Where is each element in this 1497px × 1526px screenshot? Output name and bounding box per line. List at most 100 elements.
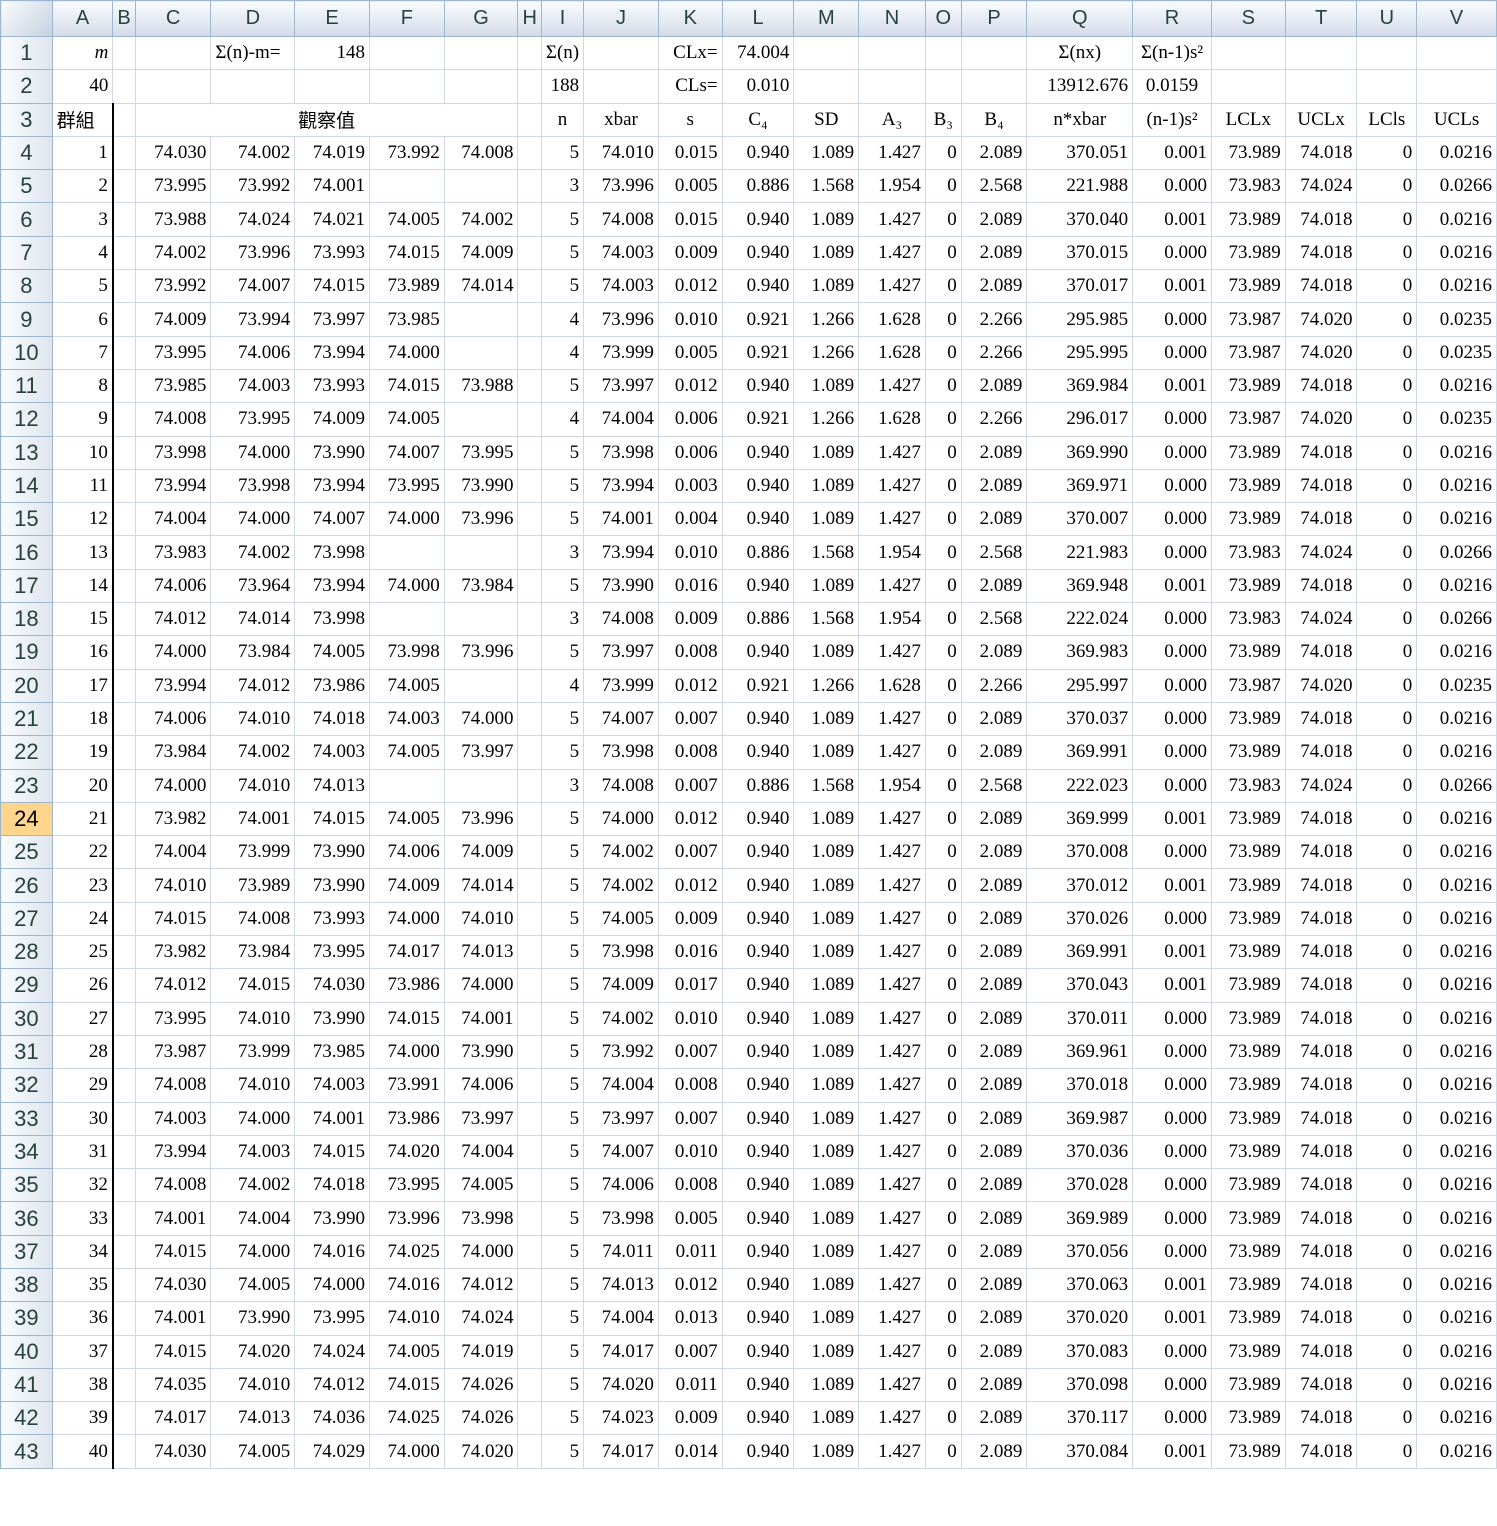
cell-F17[interactable]: 74.000: [368, 568, 445, 604]
cell-L23[interactable]: 0.886: [721, 768, 795, 803]
cell-D38[interactable]: 74.005: [210, 1267, 296, 1303]
cell-V29[interactable]: 0.0216: [1416, 968, 1497, 1003]
cell-S31[interactable]: 73.989: [1210, 1034, 1286, 1070]
cell-O10[interactable]: 0: [924, 335, 962, 370]
cell-J39[interactable]: 74.004: [583, 1301, 659, 1336]
cell-D42[interactable]: 74.013: [210, 1401, 296, 1436]
cell-H42[interactable]: [517, 1401, 542, 1436]
cell-R16[interactable]: 0.000: [1132, 535, 1212, 570]
cell-F10[interactable]: 74.000: [368, 335, 445, 370]
cell-V2[interactable]: [1416, 69, 1497, 104]
cell-S33[interactable]: 73.989: [1210, 1101, 1286, 1136]
row-header[interactable]: 17: [0, 568, 53, 604]
cell-L27[interactable]: 0.940: [721, 901, 795, 937]
cell-C8[interactable]: 73.992: [134, 269, 212, 304]
cell-G28[interactable]: 74.013: [443, 935, 519, 970]
cell-V7[interactable]: 0.0216: [1416, 235, 1497, 271]
cell-O37[interactable]: 0: [924, 1234, 962, 1269]
cell-A7[interactable]: 4: [51, 235, 114, 271]
cell-L37[interactable]: 0.940: [721, 1234, 795, 1269]
cell-P34[interactable]: 2.089: [960, 1134, 1028, 1170]
cell-E8[interactable]: 74.015: [294, 269, 370, 304]
cell-K39[interactable]: 0.013: [657, 1301, 723, 1336]
cell-R5[interactable]: 0.000: [1132, 169, 1212, 204]
cell-M30[interactable]: 1.089: [793, 1001, 860, 1036]
cell-D26[interactable]: 73.989: [210, 868, 296, 903]
cell-J18[interactable]: 74.008: [583, 602, 659, 637]
cell-U16[interactable]: 0: [1356, 535, 1418, 570]
cell-F8[interactable]: 73.989: [368, 269, 445, 304]
cell-B25[interactable]: [112, 835, 136, 870]
cell-Q24[interactable]: 369.999: [1026, 801, 1134, 837]
cell-L17[interactable]: 0.940: [721, 568, 795, 604]
cell-M20[interactable]: 1.266: [793, 668, 860, 703]
cell-M35[interactable]: 1.089: [793, 1168, 860, 1203]
cell-R7[interactable]: 0.000: [1132, 235, 1212, 271]
cell-C40[interactable]: 74.015: [134, 1334, 212, 1369]
cell-C2[interactable]: [134, 69, 212, 104]
cell-H21[interactable]: [517, 701, 542, 737]
cell-J30[interactable]: 74.002: [583, 1001, 659, 1036]
row-header[interactable]: 29: [0, 968, 53, 1003]
cell-T14[interactable]: 74.018: [1284, 468, 1358, 504]
cell-G9[interactable]: [443, 302, 519, 337]
cell-H2[interactable]: [517, 69, 542, 104]
cell-K18[interactable]: 0.009: [657, 602, 723, 637]
cell-P25[interactable]: 2.089: [960, 835, 1028, 870]
cell-Q37[interactable]: 370.056: [1026, 1234, 1134, 1269]
cell-D28[interactable]: 73.984: [210, 935, 296, 970]
cell-N2[interactable]: [858, 69, 926, 104]
cell-S25[interactable]: 73.989: [1210, 835, 1286, 870]
cell-U21[interactable]: 0: [1356, 701, 1418, 737]
cell-E14[interactable]: 73.994: [294, 468, 370, 504]
cell-S15[interactable]: 73.989: [1210, 502, 1286, 537]
cell-G11[interactable]: 73.988: [443, 368, 519, 404]
cell-F4[interactable]: 73.992: [368, 135, 445, 171]
cell-D22[interactable]: 74.002: [210, 735, 296, 770]
cell-E13[interactable]: 73.990: [294, 435, 370, 470]
cell-K25[interactable]: 0.007: [657, 835, 723, 870]
cell-H15[interactable]: [517, 502, 542, 537]
cell-V8[interactable]: 0.0216: [1416, 269, 1497, 304]
cell-P28[interactable]: 2.089: [960, 935, 1028, 970]
cell-T26[interactable]: 74.018: [1284, 868, 1358, 903]
cell-O34[interactable]: 0: [924, 1134, 962, 1170]
cell-A29[interactable]: 26: [51, 968, 114, 1003]
cell-C19[interactable]: 74.000: [134, 635, 212, 670]
row-header[interactable]: 42: [0, 1401, 53, 1436]
row-header[interactable]: 1: [0, 35, 53, 71]
cell-J7[interactable]: 74.003: [583, 235, 659, 271]
cell-A18[interactable]: 15: [51, 602, 114, 637]
cell-Q30[interactable]: 370.011: [1026, 1001, 1134, 1036]
cell-R34[interactable]: 0.000: [1132, 1134, 1212, 1170]
cell-I11[interactable]: 5: [540, 368, 585, 404]
cell-T6[interactable]: 74.018: [1284, 202, 1358, 237]
cell-G35[interactable]: 74.005: [443, 1168, 519, 1203]
cell-F16[interactable]: [368, 535, 445, 570]
cell-Q21[interactable]: 370.037: [1026, 701, 1134, 737]
cell-A8[interactable]: 5: [51, 269, 114, 304]
cell-T19[interactable]: 74.018: [1284, 635, 1358, 670]
cell-G41[interactable]: 74.026: [443, 1367, 519, 1403]
cell-D6[interactable]: 74.024: [210, 202, 296, 237]
cell-S39[interactable]: 73.989: [1210, 1301, 1286, 1336]
cell-J19[interactable]: 73.997: [583, 635, 659, 670]
cell-I16[interactable]: 3: [540, 535, 585, 570]
cell-E5[interactable]: 74.001: [294, 169, 370, 204]
cell-G10[interactable]: [443, 335, 519, 370]
cell-O40[interactable]: 0: [924, 1334, 962, 1369]
cell-Q3[interactable]: n*xbar: [1026, 102, 1134, 137]
cell-Q40[interactable]: 370.083: [1026, 1334, 1134, 1369]
cell-O2[interactable]: [924, 69, 962, 104]
cell-A35[interactable]: 32: [51, 1168, 114, 1203]
cell-V18[interactable]: 0.0266: [1416, 602, 1497, 637]
row-header[interactable]: 27: [0, 901, 53, 937]
cell-I39[interactable]: 5: [540, 1301, 585, 1336]
cell-L19[interactable]: 0.940: [721, 635, 795, 670]
cell-S6[interactable]: 73.989: [1210, 202, 1286, 237]
cell-K14[interactable]: 0.003: [657, 468, 723, 504]
cell-O30[interactable]: 0: [924, 1001, 962, 1036]
cell-U39[interactable]: 0: [1356, 1301, 1418, 1336]
cell-A23[interactable]: 20: [51, 768, 114, 803]
cell-U35[interactable]: 0: [1356, 1168, 1418, 1203]
